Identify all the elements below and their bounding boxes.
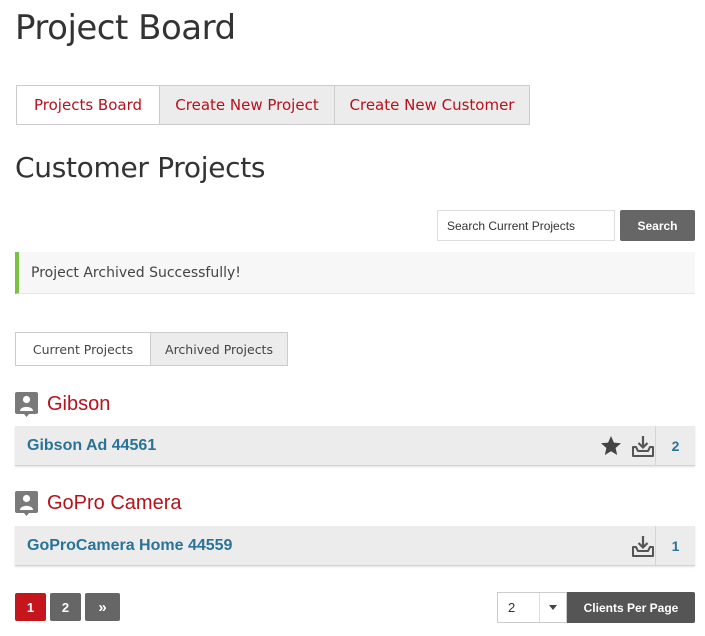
person-icon [15,391,38,417]
inbox-download-icon[interactable] [631,434,655,458]
customer-header: GoPro Camera [15,490,182,516]
per-page-value: 2 [508,600,516,615]
project-actions [623,526,655,566]
clients-per-page-button[interactable]: Clients Per Page [567,592,695,623]
section-title: Customer Projects [15,151,266,184]
success-alert: Project Archived Successfully! [15,252,695,294]
project-count[interactable]: 2 [655,426,695,466]
tab-projects-board[interactable]: Projects Board [17,86,159,124]
project-actions [591,426,655,466]
project-link[interactable]: Gibson Ad 44561 [27,437,156,455]
project-row: GoProCamera Home 44559 1 [15,526,695,566]
page-2-button[interactable]: 2 [50,593,81,621]
tab-create-new-project[interactable]: Create New Project [159,86,334,124]
project-count[interactable]: 1 [655,526,695,566]
page-title: Project Board [15,8,236,48]
search-button[interactable]: Search [620,210,695,241]
customer-name[interactable]: GoPro Camera [47,492,182,515]
star-icon[interactable] [599,434,623,458]
customer-name[interactable]: Gibson [47,393,110,416]
top-tab-bar: Projects Board Create New Project Create… [16,85,530,125]
tab-archived-projects[interactable]: Archived Projects [150,333,287,365]
tab-current-projects[interactable]: Current Projects [16,333,150,365]
tab-create-new-customer[interactable]: Create New Customer [334,86,529,124]
customer-header: Gibson [15,391,110,417]
search-input[interactable] [437,210,615,241]
page-1-button[interactable]: 1 [15,593,46,621]
project-row: Gibson Ad 44561 2 [15,426,695,466]
project-link[interactable]: GoProCamera Home 44559 [27,537,232,555]
alert-message: Project Archived Successfully! [31,264,241,281]
chevron-down-icon [539,593,566,622]
next-page-button[interactable]: » [85,593,120,621]
per-page-select[interactable]: 2 [497,592,567,623]
person-icon [15,490,38,516]
project-filter-tabs: Current Projects Archived Projects [15,332,288,366]
inbox-download-icon[interactable] [631,534,655,558]
